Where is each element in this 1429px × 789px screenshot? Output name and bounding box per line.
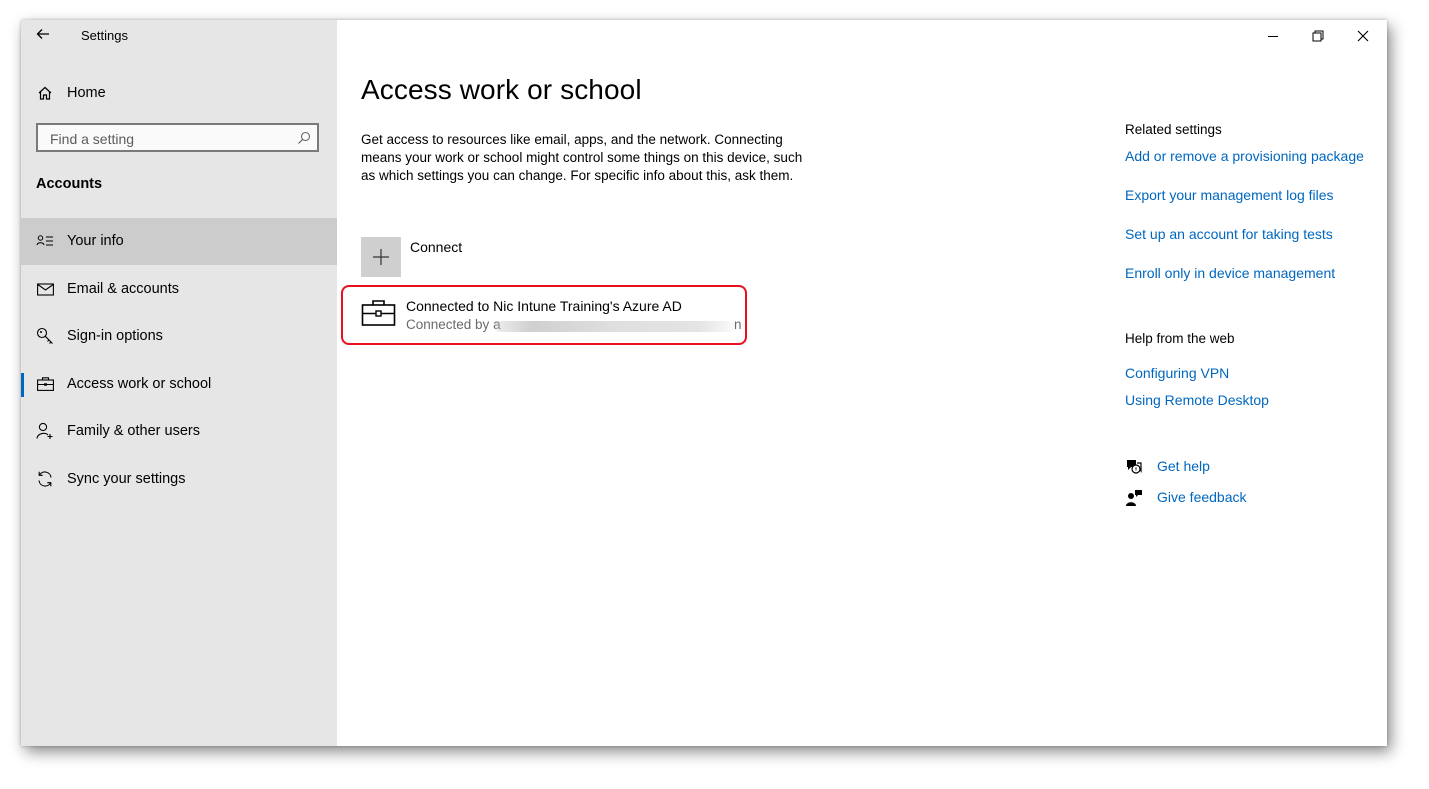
sidebar: Settings Home Accounts Your info Email xyxy=(21,20,337,746)
window-title: Settings xyxy=(81,28,128,43)
selection-indicator xyxy=(21,373,24,397)
link-export-logs[interactable]: Export your management log files xyxy=(1125,187,1334,203)
page-title: Access work or school xyxy=(361,74,642,105)
help-web-heading: Help from the web xyxy=(1125,331,1235,346)
main-content: Access work or school Get access to reso… xyxy=(337,20,1387,746)
sidebar-item-sync-settings[interactable]: Sync your settings xyxy=(21,456,337,503)
related-settings-panel: Related settings Add or remove a provisi… xyxy=(1125,20,1385,746)
feedback-icon xyxy=(1125,489,1143,507)
mail-icon xyxy=(36,280,54,298)
sidebar-item-label: Your info xyxy=(67,233,124,249)
search-input[interactable] xyxy=(48,128,292,149)
section-heading: Accounts xyxy=(36,176,103,192)
sidebar-item-family-other-users[interactable]: Family & other users xyxy=(21,408,337,455)
connect-button[interactable] xyxy=(361,237,401,277)
get-help-link[interactable]: Get help xyxy=(1125,456,1245,478)
related-settings-heading: Related settings xyxy=(1125,122,1222,137)
get-help-label: Get help xyxy=(1157,458,1210,474)
sidebar-item-your-info[interactable]: Your info xyxy=(21,218,337,265)
link-enroll-device-management[interactable]: Enroll only in device management xyxy=(1125,265,1335,281)
account-title: Connected to Nic Intune Training's Azure… xyxy=(406,298,682,314)
sync-icon xyxy=(36,470,54,488)
sidebar-item-label: Sign-in options xyxy=(67,328,163,344)
person-card-icon xyxy=(36,232,54,250)
give-feedback-link[interactable]: Give feedback xyxy=(1125,487,1265,509)
sidebar-item-label: Family & other users xyxy=(67,423,200,439)
work-account-item[interactable]: Connected to Nic Intune Training's Azure… xyxy=(361,286,751,338)
nav-home[interactable]: Home xyxy=(21,76,337,110)
sidebar-item-label: Access work or school xyxy=(67,376,212,392)
sidebar-item-email-accounts[interactable]: Email & accounts xyxy=(21,266,337,313)
briefcase-icon xyxy=(361,299,397,327)
search-box[interactable] xyxy=(36,123,319,152)
connect-label[interactable]: Connect xyxy=(410,239,462,255)
sidebar-item-access-work-school[interactable]: Access work or school xyxy=(21,361,337,408)
sidebar-item-sign-in-options[interactable]: Sign-in options xyxy=(21,313,337,360)
person-add-icon xyxy=(36,422,54,440)
link-configuring-vpn[interactable]: Configuring VPN xyxy=(1125,365,1229,381)
home-icon xyxy=(36,84,54,102)
account-subtitle-end: n xyxy=(734,317,742,332)
plus-icon xyxy=(373,249,389,265)
sidebar-item-label: Sync your settings xyxy=(67,471,186,487)
back-arrow-icon[interactable] xyxy=(35,26,51,44)
briefcase-icon xyxy=(36,375,54,393)
home-label: Home xyxy=(67,85,106,101)
sidebar-item-label: Email & accounts xyxy=(67,281,180,297)
search-icon[interactable] xyxy=(296,130,312,146)
link-remote-desktop[interactable]: Using Remote Desktop xyxy=(1125,392,1269,408)
link-test-account[interactable]: Set up an account for taking tests xyxy=(1125,226,1333,242)
redaction-blur xyxy=(495,321,735,332)
chat-help-icon xyxy=(1125,458,1143,476)
key-icon xyxy=(36,327,54,345)
link-provisioning-package[interactable]: Add or remove a provisioning package xyxy=(1125,148,1364,164)
account-subtitle-prefix: Connected by xyxy=(406,317,494,332)
account-subtitle: Connected by a xyxy=(406,317,501,332)
settings-window: Settings Home Accounts Your info Email xyxy=(21,20,1387,746)
page-description: Get access to resources like email, apps… xyxy=(361,132,803,184)
give-feedback-label: Give feedback xyxy=(1157,489,1247,505)
